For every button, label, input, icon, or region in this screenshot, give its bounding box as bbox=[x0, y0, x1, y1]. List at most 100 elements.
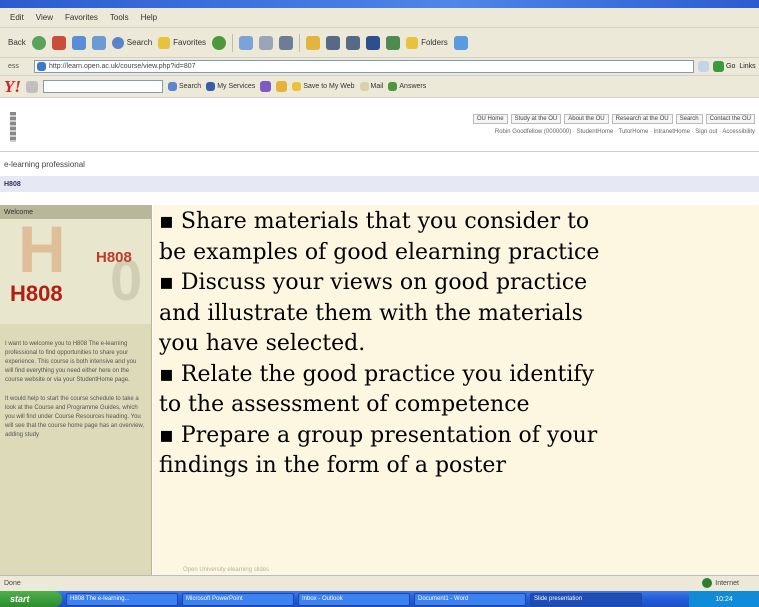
taskbar-item[interactable]: Microsoft PowerPoint bbox=[182, 592, 294, 606]
nav-study[interactable]: Study at the OU bbox=[510, 114, 562, 124]
yahoo-search-button[interactable]: Search bbox=[168, 82, 201, 91]
search-label: Search bbox=[126, 38, 153, 47]
yahoo-logo[interactable]: Y! bbox=[4, 77, 21, 97]
ou-logo[interactable] bbox=[10, 112, 16, 142]
address-label: ess bbox=[8, 63, 19, 70]
refresh-icon[interactable] bbox=[71, 35, 86, 50]
course-code-bar[interactable]: H808 bbox=[0, 176, 759, 192]
security-zone: Internet bbox=[702, 578, 739, 588]
go-button[interactable]: Go bbox=[713, 61, 735, 72]
slide-line: and illustrate them with the materials bbox=[159, 300, 583, 326]
slide-line: you have selected. bbox=[159, 331, 366, 356]
services-icon bbox=[206, 82, 216, 91]
address-bar: ess http://learn.open.ac.uk/course/view.… bbox=[0, 58, 759, 76]
slide-line: be examples of good elearning practice bbox=[159, 239, 600, 265]
taskbar-item[interactable]: Slide presentation bbox=[530, 592, 642, 606]
yahoo-spark-icon[interactable] bbox=[276, 81, 288, 92]
menu-tools[interactable]: Tools bbox=[110, 13, 129, 22]
print-icon[interactable] bbox=[259, 35, 274, 50]
status-text: Done bbox=[4, 580, 21, 587]
welcome-sidebar: Welcome H 0 H808 H808 I want to welcome … bbox=[0, 205, 152, 575]
yahoo-search-input[interactable] bbox=[43, 80, 163, 93]
menu-help[interactable]: Help bbox=[141, 13, 157, 22]
folders-icon bbox=[406, 36, 419, 49]
save-to-web-button[interactable]: Save to My Web bbox=[292, 82, 355, 91]
yahoo-mail-button[interactable]: Mail bbox=[359, 82, 383, 91]
welcome-text: I want to welcome you to H808 The e-lear… bbox=[0, 324, 151, 440]
history-icon[interactable] bbox=[212, 35, 227, 50]
slide-line: ▪ Share materials that you consider to bbox=[159, 209, 590, 234]
nav-search[interactable]: Search bbox=[675, 114, 703, 124]
yahoo-answers-button[interactable]: Answers bbox=[388, 82, 426, 91]
slide-line: ▪ Discuss your views on good practice bbox=[159, 270, 588, 295]
address-input[interactable]: http://learn.open.ac.uk/course/view.php?… bbox=[34, 60, 694, 73]
favorites-label: Favorites bbox=[173, 38, 207, 47]
folder-icon[interactable] bbox=[306, 35, 321, 50]
taskbar-item[interactable]: Document1 - Word bbox=[414, 592, 526, 606]
yahoo-toolbar: Y! Search My Services Save to My Web Mai… bbox=[0, 76, 759, 98]
menu-edit[interactable]: Edit bbox=[10, 13, 24, 22]
discuss-icon[interactable] bbox=[346, 35, 361, 50]
slide-content: ▪ Share materials that you consider to b… bbox=[153, 205, 759, 575]
window-titlebar bbox=[0, 0, 759, 8]
links-label[interactable]: Links bbox=[739, 63, 755, 70]
status-bar: Done Internet bbox=[0, 575, 759, 591]
system-tray-clock[interactable]: 10:24 bbox=[689, 591, 759, 607]
internet-zone-icon bbox=[702, 578, 713, 588]
search-button[interactable]: Search bbox=[111, 36, 153, 49]
course-badge-large: H808 bbox=[10, 281, 63, 306]
search-icon bbox=[168, 82, 177, 91]
menu-view[interactable]: View bbox=[36, 13, 53, 22]
folders-button[interactable]: Folders bbox=[406, 36, 448, 49]
page-icon bbox=[37, 62, 46, 71]
research-icon[interactable] bbox=[366, 35, 381, 50]
home-icon[interactable] bbox=[91, 35, 106, 50]
forward-icon[interactable] bbox=[31, 35, 46, 50]
yahoo-services-button[interactable]: My Services bbox=[206, 82, 255, 91]
slide-line: ▪ Prepare a group presentation of your bbox=[159, 422, 598, 448]
breadcrumb[interactable]: e-learning professional bbox=[0, 152, 759, 176]
go-icon bbox=[713, 61, 724, 72]
taskbar-item[interactable]: H808 The e-learning... bbox=[66, 592, 178, 606]
mail-icon[interactable] bbox=[239, 35, 254, 50]
sidebar-heading: Welcome bbox=[0, 205, 151, 219]
slide-line: to the assessment of competence bbox=[159, 392, 530, 417]
start-button[interactable]: start bbox=[0, 591, 62, 607]
save-label: Save to My Web bbox=[303, 83, 355, 90]
taskbar-item[interactable]: Inbox - Outlook bbox=[298, 592, 410, 606]
course-badge-small: H808 bbox=[96, 249, 132, 266]
back-button[interactable]: Back bbox=[8, 38, 26, 47]
tools-icon[interactable] bbox=[386, 35, 401, 50]
zone-label: Internet bbox=[715, 579, 739, 587]
toolbar-separator bbox=[232, 33, 234, 52]
user-links[interactable]: Robin Goodfellow (0000000) · StudentHome… bbox=[495, 129, 755, 135]
banner-ghost-text: H bbox=[18, 219, 66, 286]
standard-toolbar: Back Search Favorites Folders bbox=[0, 28, 759, 58]
back-label: Back bbox=[8, 38, 26, 47]
taskbar: start H808 The e-learning... Microsoft P… bbox=[0, 591, 759, 607]
yahoo-search-label: Search bbox=[179, 83, 202, 90]
nav-research[interactable]: Research at the OU bbox=[611, 114, 673, 124]
edit-icon[interactable] bbox=[279, 35, 294, 50]
yahoo-360-icon[interactable] bbox=[260, 81, 272, 92]
slide-footer: Open University elearning slides bbox=[183, 567, 270, 573]
services-label: My Services bbox=[217, 83, 256, 90]
menu-favorites[interactable]: Favorites bbox=[65, 13, 98, 22]
answers-label: Answers bbox=[399, 83, 427, 90]
slide-line: findings in the form of a poster bbox=[159, 453, 506, 478]
stop-icon[interactable] bbox=[51, 35, 66, 50]
search-icon bbox=[111, 36, 124, 49]
nav-ou-home[interactable]: OU Home bbox=[472, 114, 508, 124]
messenger-icon[interactable] bbox=[326, 35, 341, 50]
nav-contact[interactable]: Contact the OU bbox=[705, 114, 755, 124]
dropdown-icon[interactable] bbox=[698, 61, 709, 72]
pencil-icon[interactable] bbox=[26, 80, 38, 93]
slide-line: ▪ Relate the good practice you identify bbox=[159, 361, 595, 387]
nav-about[interactable]: About the OU bbox=[564, 114, 609, 124]
folders-label: Folders bbox=[421, 38, 448, 47]
favorites-button[interactable]: Favorites bbox=[158, 36, 207, 49]
go-label: Go bbox=[726, 63, 736, 70]
extra-tool-icon[interactable] bbox=[453, 35, 468, 50]
mail-icon bbox=[359, 82, 369, 91]
site-header: OU Home Study at the OU About the OU Res… bbox=[0, 98, 759, 152]
